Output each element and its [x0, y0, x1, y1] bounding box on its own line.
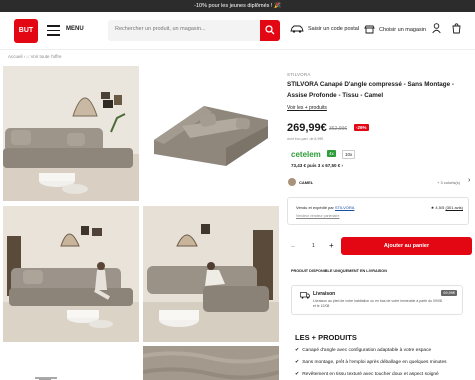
features-title: LES + PRODUITS: [295, 333, 357, 342]
seller-rating[interactable]: ★ 4,5/5 (301 avis): [431, 205, 463, 210]
search-icon: [265, 25, 275, 35]
color-swatch[interactable]: [288, 178, 296, 186]
chevron-right-icon[interactable]: ›: [468, 177, 470, 184]
menu-label[interactable]: MENU: [66, 26, 84, 32]
product-image-woman-sitting[interactable]: [3, 206, 139, 342]
account-icon[interactable]: [432, 23, 441, 34]
delivery-description: Livraison au pied de votre habitation ou…: [313, 299, 442, 308]
promo-banner[interactable]: -10% pour les jeunes diplômés ! 🎉: [0, 0, 475, 12]
store-link[interactable]: Choisir un magasin: [364, 25, 426, 34]
car-icon: [290, 25, 304, 33]
more-colors-link[interactable]: + 3 coloris(s): [437, 180, 460, 185]
feature-item: ✔ Canapé d'angle avec configuration adap…: [295, 347, 432, 353]
quantity-plus-button[interactable]: +: [329, 241, 334, 250]
cetelem-logo: cetelem: [291, 150, 321, 159]
but-logo[interactable]: BUT: [14, 19, 38, 43]
product-image-diagram[interactable]: [3, 346, 139, 380]
delivery-title: Livraison: [313, 291, 336, 297]
search-button[interactable]: [260, 20, 280, 41]
delivery-option[interactable]: Livraison 69,99€ Livraison au pied de vo…: [291, 285, 463, 315]
color-name: CAMEL: [299, 180, 314, 185]
quantity-value[interactable]: 1: [312, 243, 315, 249]
payment-10x-tab[interactable]: 10x: [342, 150, 356, 159]
delivery-only-label: PRODUIT DISPONIBLE UNIQUEMENT EN LIVRAIS…: [291, 269, 387, 273]
product-image-fabric[interactable]: [143, 346, 279, 380]
partner-seller-link[interactable]: Vendeur vendeur partenaire: [296, 214, 339, 218]
product-image-living-room[interactable]: [3, 66, 139, 201]
check-icon: ✔: [295, 359, 300, 365]
check-icon: ✔: [295, 347, 300, 353]
seller-link[interactable]: STILVORA: [335, 205, 355, 210]
old-price: 362,99€: [329, 126, 348, 132]
store-icon: [364, 25, 375, 34]
variants-link[interactable]: Voir les + produits: [287, 105, 327, 111]
cart-icon[interactable]: [452, 23, 461, 34]
site-header: BUT MENU Saisir un code postal Choisir u…: [0, 12, 475, 50]
feature-item: ✔ Sans montage, prêt à l'emploi après dé…: [295, 359, 447, 365]
truck-icon: [300, 292, 310, 299]
product-image-studio[interactable]: [142, 66, 280, 201]
breadcrumb[interactable]: Accueil › ⌂ Voir toute l'offre: [8, 54, 62, 59]
seller-info: Vendu et expédié par STILVORA: [296, 205, 355, 210]
product-brand[interactable]: STILVORA: [287, 72, 311, 77]
credit-offer[interactable]: 73,43 € puis 3 x 67,50 € ›: [291, 163, 343, 168]
search-input[interactable]: [115, 26, 255, 32]
payment-4x-tab[interactable]: 4x: [327, 150, 336, 157]
add-to-cart-button[interactable]: Ajouter au panier: [341, 237, 472, 255]
product-title: STILVORA Canapé D'angle compressé - Sans…: [287, 81, 454, 99]
ecotax-note: dont éco-part. de 8,99€: [287, 137, 324, 141]
store-label: Choisir un magasin: [379, 26, 427, 33]
product-image-woman-lounging[interactable]: [143, 206, 279, 342]
product-price: 269,99€: [287, 122, 327, 134]
discount-badge: -26%: [354, 124, 369, 131]
search-bar[interactable]: [108, 20, 280, 41]
seller-box: Vendu et expédié par STILVORA Vendeur ve…: [287, 197, 469, 225]
menu-icon[interactable]: [47, 25, 60, 36]
delivery-price: 69,99€: [441, 290, 457, 296]
quantity-minus-button[interactable]: –: [291, 243, 295, 250]
check-icon: ✔: [295, 371, 300, 377]
postal-code-link[interactable]: Saisir un code postal: [290, 25, 359, 33]
postal-code-label: Saisir un code postal: [308, 26, 360, 32]
feature-item: ✔ Revêtement en tissu texturé avec touch…: [295, 371, 439, 377]
